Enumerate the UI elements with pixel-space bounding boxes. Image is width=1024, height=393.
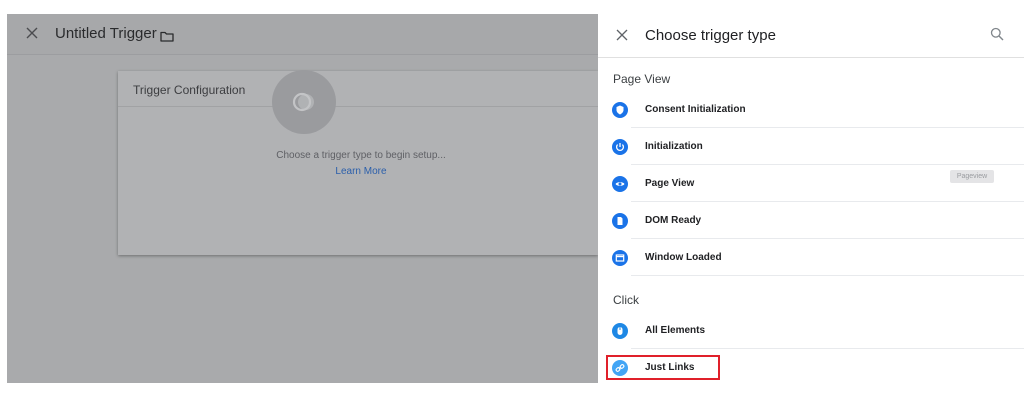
trigger-option-window-loaded[interactable]: Window Loaded bbox=[598, 240, 1024, 276]
cursor-icon bbox=[612, 323, 628, 339]
trigger-option-dom-ready[interactable]: DOM Ready bbox=[598, 203, 1024, 239]
config-hint-text: Choose a trigger type to begin setup... bbox=[276, 150, 446, 161]
section-label-page-view: Page View bbox=[613, 72, 671, 86]
trigger-option-label: Window Loaded bbox=[645, 252, 722, 263]
highlight-annotation-box bbox=[606, 355, 720, 380]
panel-header: Choose trigger type bbox=[598, 14, 1024, 58]
pageview-badge: Pageview bbox=[950, 170, 994, 183]
panel-title: Choose trigger type bbox=[645, 27, 776, 44]
search-icon[interactable] bbox=[990, 27, 1004, 41]
trigger-option-label: All Elements bbox=[645, 325, 706, 336]
card-title: Trigger Configuration bbox=[133, 83, 246, 97]
learn-more-link[interactable]: Learn More bbox=[7, 166, 598, 178]
choose-trigger-type-panel: Choose trigger type Page View Consent In… bbox=[598, 14, 1024, 393]
trigger-option-consent-initialization[interactable]: Consent Initialization bbox=[598, 92, 1024, 128]
divider bbox=[631, 164, 1024, 165]
trigger-option-page-view[interactable]: Page View Pageview bbox=[598, 166, 1024, 202]
trigger-option-all-elements[interactable]: All Elements bbox=[598, 313, 1024, 349]
divider bbox=[631, 127, 1024, 128]
trigger-option-label: Page View bbox=[645, 178, 695, 189]
folder-icon[interactable] bbox=[160, 29, 174, 42]
shield-icon bbox=[612, 102, 628, 118]
trigger-option-label: Consent Initialization bbox=[645, 104, 746, 115]
trigger-name[interactable]: Untitled Trigger bbox=[55, 25, 157, 43]
card-header: Trigger Configuration bbox=[118, 71, 598, 107]
eye-icon bbox=[612, 176, 628, 192]
power-icon bbox=[612, 139, 628, 155]
window-icon bbox=[612, 250, 628, 266]
divider bbox=[631, 348, 1024, 349]
trigger-option-label: DOM Ready bbox=[645, 215, 702, 226]
divider bbox=[631, 275, 1024, 276]
trigger-option-label: Initialization bbox=[645, 141, 703, 152]
trigger-configuration-card: Trigger Configuration bbox=[118, 71, 598, 255]
close-icon[interactable] bbox=[615, 28, 629, 42]
close-icon[interactable] bbox=[24, 25, 40, 41]
trigger-option-initialization[interactable]: Initialization bbox=[598, 129, 1024, 165]
editor-header: Untitled Trigger bbox=[7, 14, 598, 55]
trigger-type-icon bbox=[285, 83, 323, 121]
trigger-editor-overlay: Untitled Trigger Trigger Configuration C… bbox=[7, 14, 598, 383]
document-icon bbox=[612, 213, 628, 229]
divider bbox=[631, 238, 1024, 239]
section-label-click: Click bbox=[613, 293, 639, 307]
divider bbox=[631, 201, 1024, 202]
